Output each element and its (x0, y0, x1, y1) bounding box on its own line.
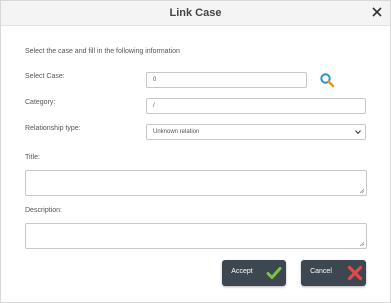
cancel-button-label: Cancel (310, 268, 332, 275)
relationship-type-value: Unknown relation (153, 129, 200, 135)
title-textarea[interactable] (25, 170, 367, 196)
dialog-title-bar: Link Case (1, 1, 390, 26)
description-textarea[interactable] (25, 223, 367, 249)
select-case-value: 0 (153, 77, 157, 83)
x-icon (347, 265, 363, 281)
resize-grip-icon (359, 188, 365, 194)
description-label: Description: (25, 207, 62, 214)
relationship-type-select[interactable]: Unknown relation (146, 124, 366, 140)
check-icon (266, 267, 282, 279)
accept-button-label: Accept (231, 268, 253, 275)
select-case-input[interactable]: 0 (146, 72, 307, 88)
category-input[interactable]: / (146, 98, 366, 114)
relationship-type-label: Relationship type: (25, 125, 81, 132)
cancel-button[interactable]: Cancel (301, 260, 366, 286)
chevron-down-icon (355, 130, 361, 135)
search-icon[interactable] (319, 72, 335, 88)
dialog-title: Link Case (169, 7, 222, 19)
resize-grip-icon (359, 241, 365, 247)
link-case-dialog: Link Case Select the case and fill in th… (0, 0, 391, 303)
title-label: Title: (25, 154, 40, 161)
category-value: / (153, 103, 155, 109)
category-label: Category: (25, 99, 56, 106)
instruction-text: Select the case and fill in the followin… (25, 48, 180, 55)
close-icon (372, 7, 382, 17)
select-case-label: Select Case: (25, 73, 65, 80)
accept-button[interactable]: Accept (222, 260, 286, 286)
close-button[interactable] (370, 4, 384, 20)
